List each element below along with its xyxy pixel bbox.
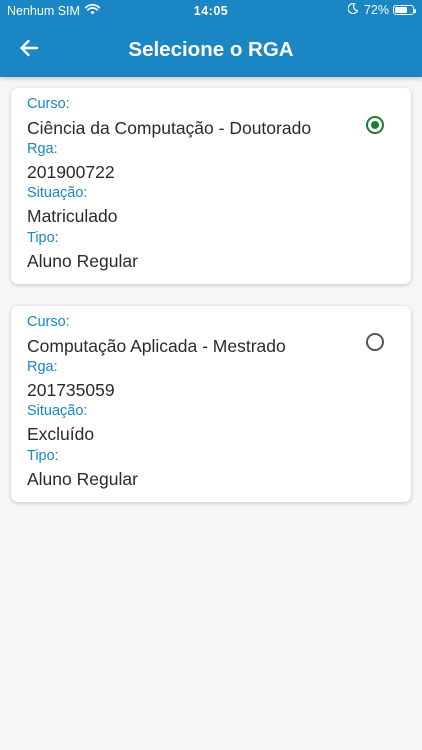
rga-value: 201900722 — [27, 162, 115, 182]
tipo-label: Tipo: — [27, 448, 59, 464]
battery-percent: 72% — [363, 3, 389, 17]
tipo-label: Tipo: — [27, 230, 59, 246]
radio-button[interactable] — [366, 116, 384, 134]
battery-icon — [393, 5, 416, 15]
page-title: Selecione o RGA — [128, 38, 294, 61]
radio-button[interactable] — [366, 333, 384, 351]
rga-label: Rga: — [27, 141, 58, 157]
curso-value: Ciência da Computação - Doutorado — [27, 118, 312, 138]
situacao-label: Situação: — [27, 185, 88, 201]
rga-card[interactable]: Curso: Computação Aplicada - Mestrado Rg… — [11, 306, 411, 502]
tipo-value: Aluno Regular — [27, 469, 138, 489]
radio-dot — [371, 121, 379, 129]
curso-value: Computação Aplicada - Mestrado — [27, 336, 286, 356]
battery-tip — [414, 9, 416, 13]
tipo-value: Aluno Regular — [27, 251, 138, 271]
rga-card[interactable]: Curso: Ciência da Computação - Doutorado… — [11, 88, 411, 284]
curso-label: Curso: — [27, 314, 70, 330]
rga-value: 201735059 — [27, 380, 115, 400]
moon-icon — [347, 2, 359, 17]
situacao-label: Situação: — [27, 403, 88, 419]
status-right: 72% — [347, 2, 416, 17]
app-header: Nenhum SIM 14:05 72% Selecione o RGA — [0, 0, 422, 77]
curso-label: Curso: — [27, 96, 70, 112]
status-bar: Nenhum SIM 14:05 72% — [0, 0, 422, 22]
situacao-value: Matriculado — [27, 206, 118, 226]
battery-fill — [395, 7, 407, 13]
rga-label: Rga: — [27, 359, 58, 375]
situacao-value: Excluído — [27, 424, 95, 444]
